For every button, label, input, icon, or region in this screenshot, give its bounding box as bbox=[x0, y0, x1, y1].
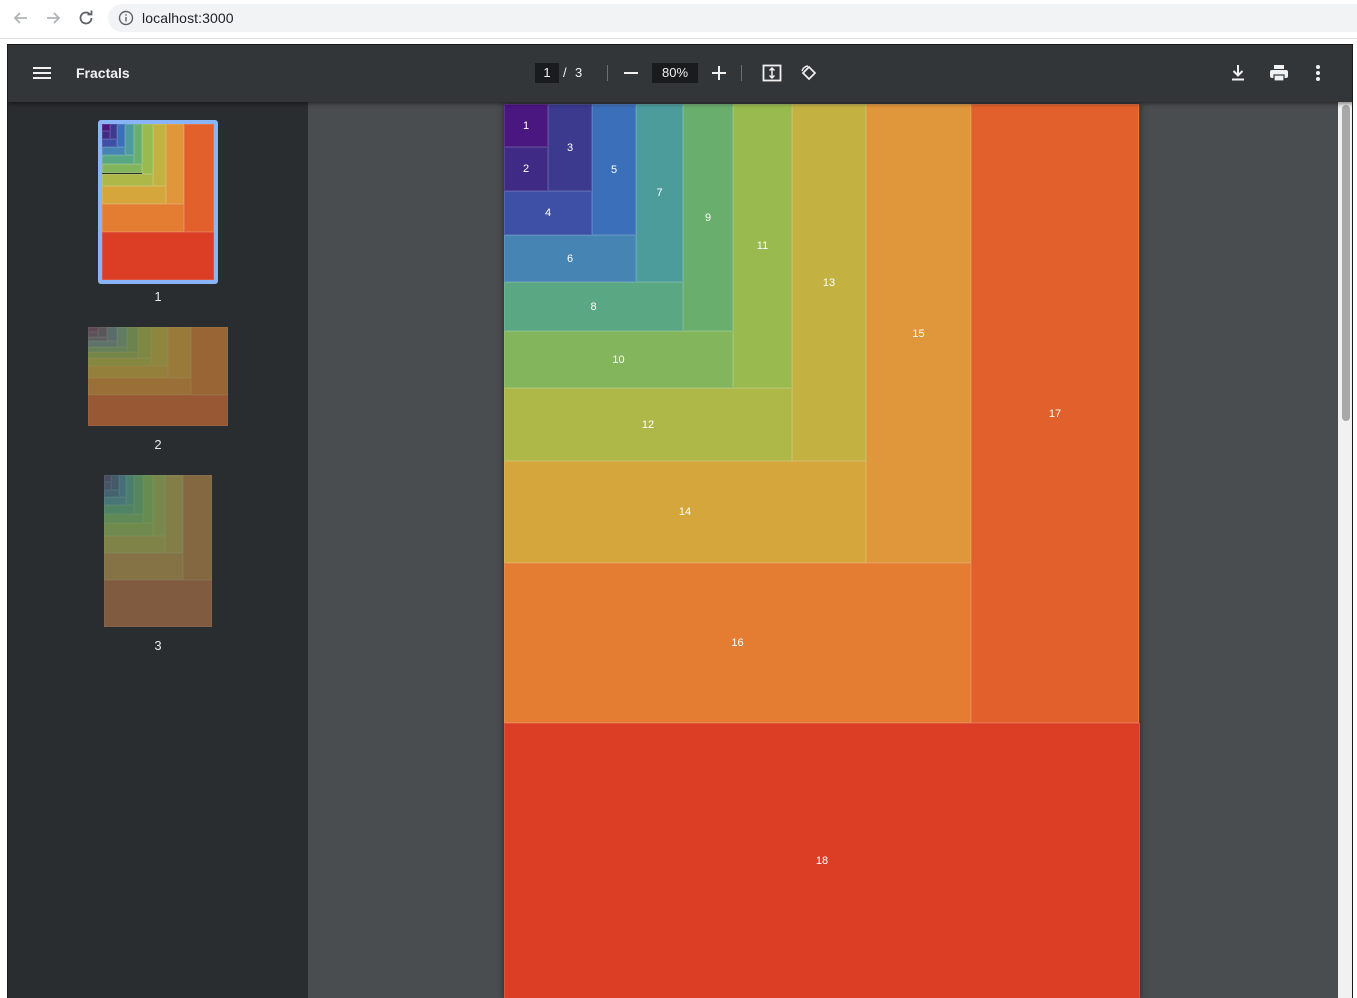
plus-icon[interactable] bbox=[711, 65, 727, 81]
fractal-cell-label: 12 bbox=[641, 418, 655, 431]
fractal-cell-label: 11 bbox=[756, 240, 769, 252]
thumbnail-cell bbox=[102, 146, 126, 156]
fractal-cell: 8 bbox=[504, 282, 683, 331]
thumbnail-cell bbox=[133, 124, 143, 164]
fractal-cell-label: 15 bbox=[912, 327, 925, 340]
fractal-cell: 11 bbox=[733, 104, 792, 388]
download-icon[interactable] bbox=[1230, 64, 1246, 82]
thumbnail-cell bbox=[102, 186, 166, 204]
fractal-cell: 5 bbox=[592, 104, 636, 235]
fractal-cell: 18 bbox=[504, 723, 1140, 998]
fractal-cell-label: 3 bbox=[566, 141, 574, 154]
page-number-input[interactable]: 1 bbox=[535, 63, 559, 83]
thumbnail-label: 2 bbox=[154, 437, 162, 452]
print-icon[interactable] bbox=[1269, 64, 1289, 82]
thumbnail-cell bbox=[102, 204, 185, 232]
url-text: localhost:3000 bbox=[142, 10, 234, 26]
thumbnail-cell bbox=[102, 173, 153, 187]
viewer-toolbar: Fractals 1 / 3 80% bbox=[8, 45, 1352, 102]
fractal-cell: 10 bbox=[504, 331, 733, 388]
document-area: 1 2 3 4 5 6 7 8 9 10 11 12 13 14 15 16 17 18 bbox=[308, 102, 1352, 998]
thumbnail-cell bbox=[142, 124, 153, 174]
fractal-cell: 12 bbox=[504, 388, 792, 461]
chrome-divider bbox=[0, 38, 1357, 39]
thumbnail-cell bbox=[102, 155, 134, 164]
thumbnail-cell bbox=[102, 231, 214, 280]
fractal-cell-label: 9 bbox=[704, 211, 712, 224]
thumbnail-cell bbox=[165, 124, 185, 204]
thumbnail-sidebar: 1 2 3 bbox=[8, 102, 308, 998]
thumbnail-cell bbox=[125, 124, 134, 156]
thumbnail-label: 3 bbox=[154, 638, 162, 653]
reload-icon[interactable] bbox=[77, 9, 95, 27]
fractal-cell-label: 13 bbox=[822, 276, 836, 289]
document-title: Fractals bbox=[76, 65, 130, 81]
page-thumbnail-3[interactable] bbox=[104, 475, 212, 627]
browser-toolbar: localhost:3000 bbox=[0, 0, 1357, 36]
thumbnail-cell bbox=[117, 124, 126, 147]
scrollbar-thumb[interactable] bbox=[1342, 105, 1350, 421]
toolbar-divider bbox=[607, 65, 608, 81]
hamburger-icon[interactable] bbox=[33, 65, 51, 81]
fractal-cell-label: 14 bbox=[678, 506, 692, 518]
fractal-cell-label: 6 bbox=[566, 252, 574, 265]
fractal-cell: 1 bbox=[504, 104, 548, 147]
fractal-cell: 9 bbox=[683, 104, 733, 331]
fractal-cell: 13 bbox=[792, 104, 866, 461]
more-vert-icon[interactable] bbox=[1315, 64, 1321, 82]
fractal-cell: 6 bbox=[504, 235, 636, 282]
fractal-cell: 7 bbox=[636, 104, 683, 282]
thumbnail-cell bbox=[109, 124, 118, 140]
fractal-cell: 4 bbox=[504, 191, 592, 235]
page-thumbnail-1[interactable] bbox=[98, 120, 218, 284]
thumbnail-cell bbox=[152, 124, 166, 187]
thumbnail-label: 1 bbox=[154, 289, 162, 304]
fractal-cell-label: 7 bbox=[656, 187, 663, 199]
rotate-icon[interactable] bbox=[799, 64, 819, 82]
fractal-cell: 3 bbox=[548, 104, 592, 191]
toolbar-divider bbox=[741, 65, 742, 81]
zoom-input[interactable]: 80% bbox=[652, 63, 698, 83]
minus-icon[interactable] bbox=[623, 65, 639, 81]
pdf-viewer: Fractals 1 / 3 80% 1 2 3 1 2 3 4 5 6 7 8 9 10 11 12… bbox=[7, 44, 1353, 998]
back-icon[interactable] bbox=[12, 9, 30, 27]
page-separator: / bbox=[563, 65, 567, 80]
fractal-cell-label: 10 bbox=[612, 353, 625, 366]
fractal-cell-label: 1 bbox=[522, 119, 530, 132]
forward-icon[interactable] bbox=[44, 9, 62, 27]
fractal-cell: 14 bbox=[504, 461, 866, 563]
scrollbar[interactable] bbox=[1338, 102, 1352, 998]
info-icon[interactable] bbox=[118, 10, 134, 26]
fractal-cell-label: 5 bbox=[610, 163, 618, 176]
fractal-cell: 16 bbox=[504, 563, 971, 723]
fractal-cell-label: 16 bbox=[731, 637, 744, 649]
fractal-cell-label: 8 bbox=[590, 300, 597, 313]
page-total: 3 bbox=[575, 65, 583, 80]
fractal-cell-label: 4 bbox=[544, 207, 552, 219]
thumbnail-cell bbox=[102, 131, 110, 140]
fractal-cell: 17 bbox=[971, 104, 1139, 723]
page-thumbnail-2[interactable] bbox=[88, 327, 228, 426]
thumbnail-tint bbox=[88, 327, 228, 426]
fractal-cell: 2 bbox=[504, 147, 548, 191]
pdf-page: 1 2 3 4 5 6 7 8 9 10 11 12 13 14 15 16 17 18 bbox=[504, 104, 1140, 998]
fractal-cell-label: 2 bbox=[522, 163, 530, 175]
thumbnail-tint bbox=[104, 475, 212, 627]
fractal-cell-label: 18 bbox=[815, 855, 829, 867]
thumbnail-cell bbox=[102, 139, 118, 147]
thumbnail-cell bbox=[184, 124, 214, 232]
thumbnail-cell bbox=[102, 163, 143, 174]
url-bar[interactable]: localhost:3000 bbox=[108, 4, 1357, 32]
fractal-cell: 15 bbox=[866, 104, 971, 563]
fit-page-icon[interactable] bbox=[762, 64, 782, 82]
fractal-cell-label: 17 bbox=[1048, 407, 1062, 420]
thumbnail-cell bbox=[102, 124, 110, 132]
